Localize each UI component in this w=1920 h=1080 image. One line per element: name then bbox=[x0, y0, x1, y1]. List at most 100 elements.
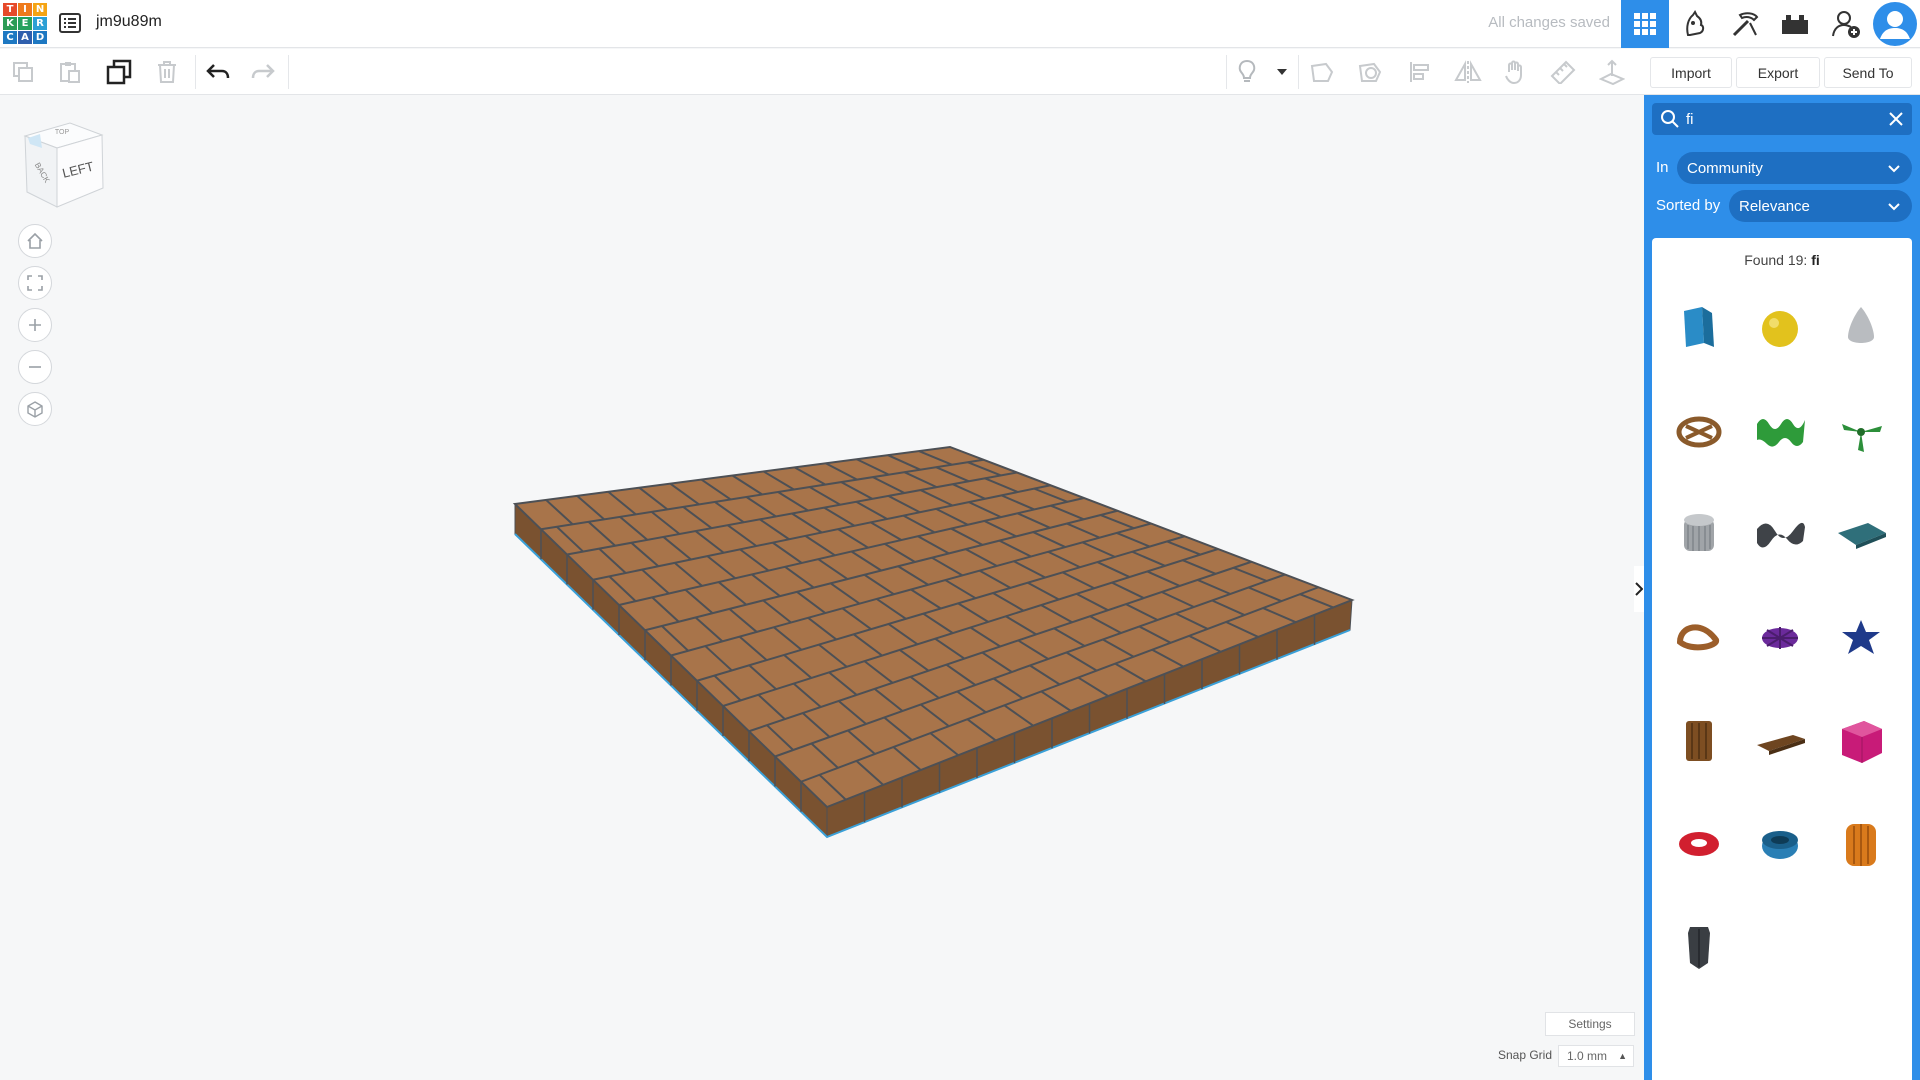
delete-button[interactable] bbox=[152, 57, 182, 87]
logo-letter: N bbox=[33, 3, 47, 16]
close-icon[interactable] bbox=[1886, 109, 1906, 129]
notes-light-button[interactable] bbox=[1232, 57, 1262, 87]
grey-cone-icon bbox=[1848, 307, 1874, 343]
logo-letter: D bbox=[33, 31, 47, 44]
shape-result-teal-mesh-plate[interactable] bbox=[1826, 489, 1896, 581]
paste-icon bbox=[60, 62, 80, 83]
copy-button[interactable] bbox=[8, 57, 38, 87]
search-input[interactable] bbox=[1686, 103, 1876, 135]
workplane-canvas[interactable] bbox=[500, 430, 1380, 850]
tinkercad-logo[interactable]: T I N K E R C A D bbox=[3, 3, 47, 45]
hole-button[interactable] bbox=[1355, 57, 1385, 87]
shape-result-dark-grey-wave[interactable] bbox=[1745, 489, 1815, 581]
align-button[interactable] bbox=[1405, 57, 1435, 87]
category-value: Community bbox=[1687, 159, 1763, 177]
caret-up-icon: ▲ bbox=[1618, 1051, 1627, 1061]
undo-icon bbox=[206, 64, 230, 79]
duplicate-icon bbox=[106, 59, 132, 85]
shape-result-green-wave-sheet[interactable] bbox=[1745, 386, 1815, 478]
settings-button[interactable]: Settings bbox=[1545, 1012, 1635, 1036]
brick-floor-top bbox=[512, 445, 1355, 809]
shape-result-brown-pretzel[interactable] bbox=[1664, 386, 1734, 478]
zoom-out-button[interactable] bbox=[18, 350, 52, 384]
shape-result-navy-star[interactable] bbox=[1826, 592, 1896, 684]
shape-result-blue-bent-plate[interactable] bbox=[1664, 283, 1734, 375]
user-avatar[interactable] bbox=[1870, 0, 1920, 48]
shape-result-red-torus[interactable] bbox=[1664, 798, 1734, 890]
send-to-button[interactable]: Send To bbox=[1824, 57, 1912, 88]
dark-column-icon bbox=[1688, 927, 1710, 969]
shape-result-purple-gear[interactable] bbox=[1745, 592, 1815, 684]
green-propeller-icon bbox=[1842, 424, 1882, 452]
copy-icon bbox=[13, 62, 33, 82]
logo-letter: I bbox=[18, 3, 32, 16]
perspective-button[interactable] bbox=[18, 392, 52, 426]
workplane-icon bbox=[1599, 59, 1625, 85]
shape-result-grey-cone[interactable] bbox=[1826, 283, 1896, 375]
paste-button[interactable] bbox=[55, 57, 85, 87]
add-user-icon bbox=[1832, 11, 1860, 38]
blocks-icon bbox=[1686, 10, 1705, 36]
lightbulb-icon bbox=[1238, 59, 1256, 82]
shape-result-blue-ring[interactable] bbox=[1745, 798, 1815, 890]
mirror-button[interactable] bbox=[1453, 57, 1483, 87]
design-title[interactable]: jm9u89m bbox=[96, 13, 162, 31]
shape-result-orange-column[interactable] bbox=[1826, 798, 1896, 890]
shape-result-green-propeller[interactable] bbox=[1826, 386, 1896, 478]
sort-label: Sorted by bbox=[1656, 197, 1721, 214]
ruler-button[interactable] bbox=[1548, 57, 1578, 87]
search-results: Found 19: fi bbox=[1652, 238, 1912, 1080]
workplane-button[interactable] bbox=[1597, 57, 1627, 87]
notes-dropdown-button[interactable] bbox=[1268, 57, 1296, 87]
shape-result-brown-ring-loop[interactable] bbox=[1664, 592, 1734, 684]
fit-view-icon bbox=[27, 275, 43, 291]
fit-view-button[interactable] bbox=[18, 266, 52, 300]
brown-pretzel-icon bbox=[1676, 416, 1722, 448]
teal-mesh-plate-icon bbox=[1838, 523, 1886, 549]
ruler-icon bbox=[1550, 60, 1576, 84]
redo-button[interactable] bbox=[248, 57, 278, 87]
minus-icon bbox=[29, 366, 41, 368]
toolbar-separator bbox=[288, 55, 289, 89]
blocks-button[interactable] bbox=[1671, 0, 1719, 48]
duplicate-button[interactable] bbox=[104, 57, 134, 87]
minecraft-button[interactable] bbox=[1721, 0, 1769, 48]
brown-column-icon bbox=[1686, 721, 1712, 761]
home-icon bbox=[27, 232, 43, 249]
zoom-in-button[interactable] bbox=[18, 308, 52, 342]
shape-result-yellow-sphere[interactable] bbox=[1745, 283, 1815, 375]
shape-result-brown-plank[interactable] bbox=[1745, 695, 1815, 787]
perspective-cube-icon bbox=[27, 401, 43, 418]
grid-3d-view-icon bbox=[1634, 13, 1656, 35]
import-button[interactable]: Import bbox=[1650, 57, 1732, 88]
brick-floor-model[interactable] bbox=[512, 445, 1355, 839]
undo-button[interactable] bbox=[203, 57, 233, 87]
shape-result-magenta-box[interactable] bbox=[1826, 695, 1896, 787]
brown-ring-loop-icon bbox=[1676, 624, 1719, 651]
hole-shape-icon bbox=[1358, 62, 1382, 82]
export-button[interactable]: Export bbox=[1736, 57, 1820, 88]
shapes-panel: In Community Sorted by Relevance Found 1… bbox=[1644, 95, 1920, 1080]
search-box[interactable] bbox=[1652, 103, 1912, 135]
sort-dropdown[interactable]: Relevance bbox=[1729, 190, 1912, 222]
shape-result-grey-gear-cylinder[interactable] bbox=[1664, 489, 1734, 581]
shape-result-dark-column[interactable] bbox=[1664, 901, 1734, 993]
view-cube[interactable]: LEFT BACK TOP bbox=[22, 122, 104, 208]
snap-grid-select[interactable]: 1.0 mm ▲ bbox=[1558, 1045, 1634, 1067]
logo-letter: K bbox=[3, 17, 17, 30]
save-status: All changes saved bbox=[1488, 14, 1610, 31]
3d-view-button[interactable] bbox=[1621, 0, 1669, 48]
bricks-button[interactable] bbox=[1771, 0, 1819, 48]
category-dropdown[interactable]: Community bbox=[1677, 152, 1912, 184]
home-view-button[interactable] bbox=[18, 224, 52, 258]
solid-button[interactable] bbox=[1307, 57, 1337, 87]
panel-collapse-toggle[interactable] bbox=[1634, 566, 1644, 612]
solid-shape-icon bbox=[1310, 62, 1334, 82]
blue-ring-icon bbox=[1762, 831, 1798, 859]
navy-star-icon bbox=[1842, 620, 1880, 654]
design-list-button[interactable] bbox=[56, 10, 84, 36]
invite-user-button[interactable] bbox=[1822, 0, 1870, 48]
cruise-button[interactable] bbox=[1500, 57, 1530, 87]
shape-result-brown-column[interactable] bbox=[1664, 695, 1734, 787]
list-icon bbox=[59, 13, 81, 33]
